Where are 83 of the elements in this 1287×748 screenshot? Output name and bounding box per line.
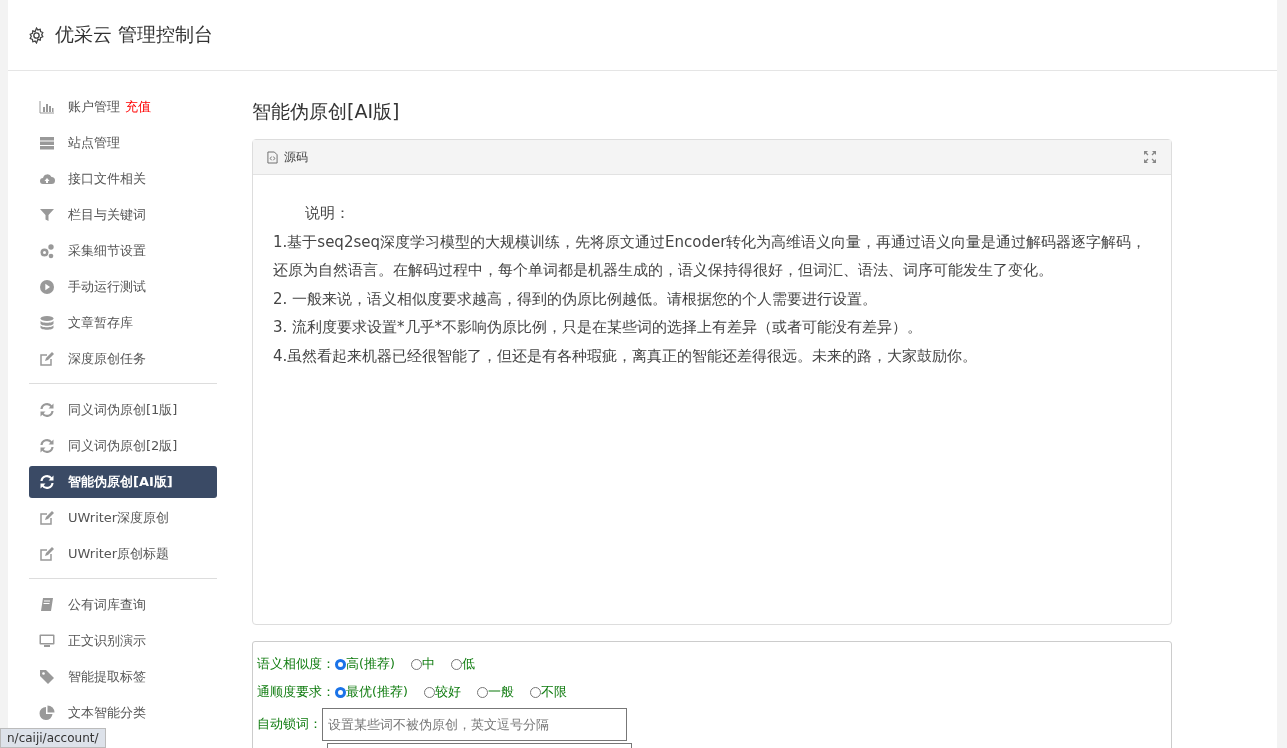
radio-label: 较好 [434, 683, 461, 701]
sidebar-item[interactable]: 公有词库查询 [29, 589, 217, 621]
radio-button[interactable] [335, 686, 346, 698]
sidebar-item-label: 站点管理 [68, 134, 120, 152]
refresh-icon [39, 402, 55, 418]
field-label: 语义相似度： [257, 655, 335, 673]
radio-button[interactable] [335, 658, 346, 670]
sidebar-item[interactable]: 接口文件相关 [29, 163, 217, 195]
console-title: 优采云 管理控制台 [55, 22, 214, 47]
sidebar-item-label: 采集细节设置 [68, 242, 146, 260]
bar-chart-icon [39, 99, 55, 115]
radio-button[interactable] [423, 686, 435, 698]
server-icon [39, 135, 55, 151]
sidebar-item-label: 深度原创任务 [68, 350, 146, 368]
pie-chart-icon [39, 705, 55, 721]
sidebar-item-label: 公有词库查询 [68, 596, 146, 614]
radio-button[interactable] [410, 658, 422, 670]
sidebar-item[interactable]: 同义词伪原创[1版] [29, 394, 217, 426]
sidebar-item-label: 同义词伪原创[1版] [68, 401, 178, 419]
sidebar-item-label: 栏目与关键词 [68, 206, 146, 224]
field-label: 通顺度要求： [257, 683, 335, 701]
edit-icon [39, 510, 55, 526]
sidebar-item-label: 账户管理 [68, 98, 120, 116]
status-url: n/caiji/account/ [0, 728, 106, 748]
recharge-link[interactable]: 充值 [125, 98, 151, 116]
paragraph: 1.基于seq2seq深度学习模型的大规模训练，先将原文通过Encoder转化为高维语义向量，再通过语义向量是通过解码器逐字解码，还原为自然语言。在解码过程中，每个单词都是机器生成的，语义保持得很好，但词汇、语法、词序可能发生了变化。 [273, 231, 1148, 281]
sidebar-item-label: 文本智能分类 [68, 704, 146, 722]
sidebar-item[interactable]: 深度原创任务 [29, 343, 217, 375]
sidebar-item[interactable]: 采集细节设置 [29, 235, 217, 267]
sidebar-item-label: UWriter原创标题 [68, 545, 170, 563]
sidebar-item[interactable]: 站点管理 [29, 127, 217, 159]
radio-button[interactable] [450, 658, 462, 670]
sidebar-item[interactable]: 智能伪原创[AI版] [29, 466, 217, 498]
radio-label: 不限 [540, 683, 567, 701]
sidebar-item[interactable]: 手动运行测试 [29, 271, 217, 303]
sidebar-item[interactable]: 文本智能分类 [29, 697, 217, 729]
filter-icon [39, 207, 55, 223]
input-field[interactable]: 设置某些词不被伪原创，英文逗号分隔 [322, 707, 627, 741]
sidebar-item[interactable]: 栏目与关键词 [29, 199, 217, 231]
source-code-icon [267, 150, 278, 164]
fullscreen-icon[interactable] [1143, 150, 1157, 164]
sidebar-item[interactable]: UWriter原创标题 [29, 538, 217, 570]
radio-label: 高(推荐) [346, 655, 395, 673]
play-icon [39, 279, 55, 295]
radio-button[interactable] [476, 686, 488, 698]
sidebar-item-label: 正文识别演示 [68, 632, 146, 650]
sidebar-item-label: 同义词伪原创[2版] [68, 437, 178, 455]
edit-icon [39, 351, 55, 367]
book-icon [39, 597, 55, 613]
text-editor[interactable] [252, 139, 1172, 625]
sidebar-item-label: UWriter深度原创 [68, 509, 170, 527]
paragraph: 说明： [304, 203, 351, 224]
sidebar-item-label: 智能提取标签 [68, 668, 146, 686]
database-icon [39, 315, 55, 331]
monitor-icon [39, 633, 55, 649]
sidebar-item[interactable]: 同义词伪原创[2版] [29, 430, 217, 462]
refresh-icon [39, 474, 55, 490]
radio-label: 中 [421, 655, 435, 673]
sidebar-item[interactable]: UWriter深度原创 [29, 502, 217, 534]
sidebar-item-label: 接口文件相关 [68, 170, 146, 188]
sidebar-item[interactable]: 正文识别演示 [29, 625, 217, 657]
radio-label: 低 [461, 655, 475, 673]
sidebar-item[interactable]: 账户管理 充值 [29, 91, 217, 123]
radio-label: 一般 [487, 683, 514, 701]
sidebar-item-label: 手动运行测试 [68, 278, 146, 296]
cloud-upload-icon [39, 171, 55, 187]
edit-icon [39, 546, 55, 562]
source-button[interactable]: 源码 [284, 148, 308, 166]
field-label: 自动锁词： [257, 715, 322, 733]
paragraph: 4.虽然看起来机器已经很智能了，但还是有各种瑕疵，离真正的智能还差得很远。未来的路，大家鼓励你。 [273, 345, 979, 367]
refresh-icon [39, 438, 55, 454]
sidebar-item-label: 文章暂存库 [68, 314, 133, 332]
page-title: 智能伪原创[AI版] [252, 99, 401, 124]
gears-icon [39, 243, 55, 259]
paragraph: 2. 一般来说，语义相似度要求越高，得到的伪原比例越低。请根据您的个人需要进行设置。 [273, 288, 879, 310]
sidebar-item-label: 智能伪原创[AI版] [68, 473, 173, 491]
sidebar-item[interactable]: 文章暂存库 [29, 307, 217, 339]
radio-button[interactable] [529, 686, 541, 698]
tag-icon [39, 669, 55, 685]
radio-label: 最优(推荐) [346, 683, 408, 701]
paragraph: 3. 流利度要求设置*几乎*不影响伪原比例，只是在某些词的选择上有差异（或者可能没有差异）。 [273, 317, 924, 338]
settings-icon [28, 26, 45, 44]
sidebar-item[interactable]: 智能提取标签 [29, 661, 217, 693]
